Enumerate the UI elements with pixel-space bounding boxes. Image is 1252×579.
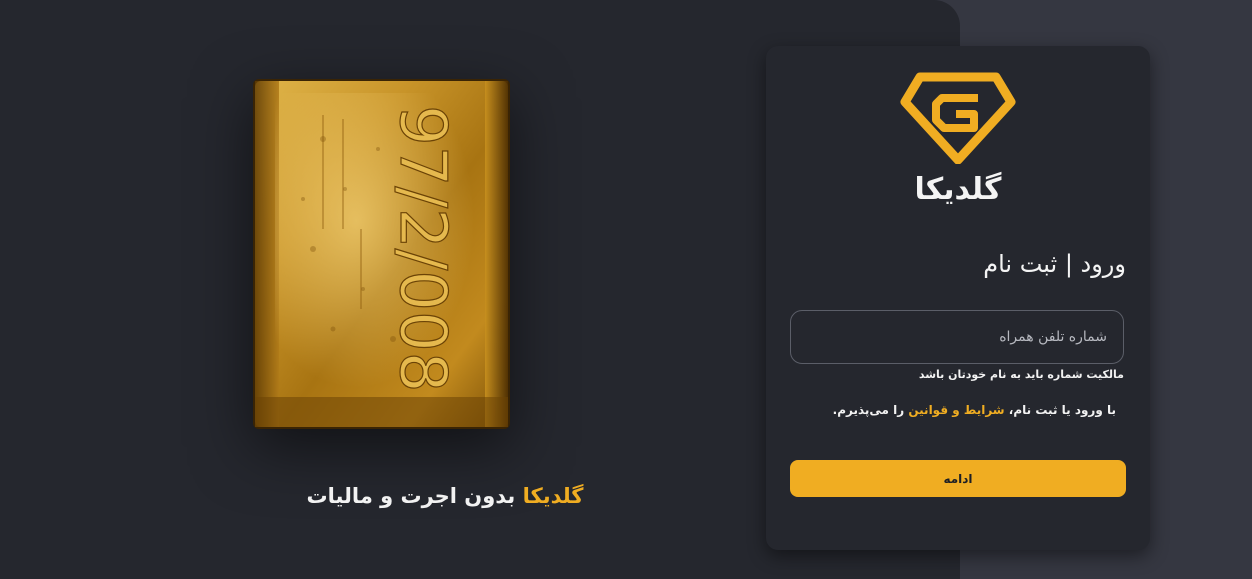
phone-number-input[interactable] <box>805 328 1109 346</box>
logo-wordmark: گلدیکا <box>914 172 1002 207</box>
gold-bar-image: 97/2/008 <box>253 79 510 429</box>
tagline-text: بدون اجرت و مالیات <box>306 484 516 508</box>
form-title: ورود | ثبت نام <box>983 250 1126 278</box>
diamond-g-logo-icon <box>900 72 1016 164</box>
phone-number-field[interactable] <box>790 310 1124 364</box>
ownership-hint: مالکیت شماره باید به نام خودتان باشد <box>918 368 1124 381</box>
login-card: گلدیکا ورود | ثبت نام مالکیت شماره باید … <box>766 46 1150 550</box>
hero-tagline: گلدیکا بدون اجرت و مالیات <box>250 484 640 508</box>
terms-prefix: با ورود یا ثبت نام، <box>1008 403 1116 417</box>
gold-bar-engraving: 97/2/008 <box>385 105 459 392</box>
terms-link[interactable]: شرایط و قوانین <box>908 403 1004 417</box>
continue-button[interactable]: ادامه <box>790 460 1126 497</box>
terms-suffix: را می‌پذیرم. <box>832 403 905 417</box>
terms-notice: با ورود یا ثبت نام، شرایط و قوانین را می… <box>833 403 1116 417</box>
tagline-brand: گلدیکا <box>522 484 584 508</box>
